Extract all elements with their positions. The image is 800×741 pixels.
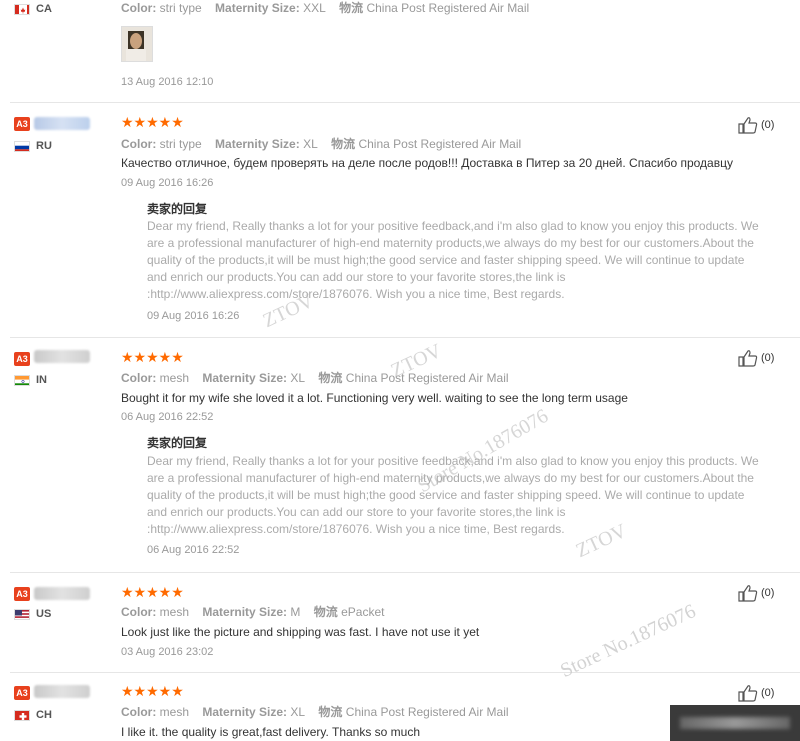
buyer-level-badge: A3 xyxy=(14,587,30,601)
helpful-vote[interactable]: (0) xyxy=(738,349,774,367)
color-label: Color: xyxy=(121,137,157,151)
review-item: CA Color: stri type Maternity Size: XXL … xyxy=(0,0,800,103)
reviewer-country: RU xyxy=(36,140,52,152)
reviewer-country: US xyxy=(36,608,52,620)
review-date: 09 Aug 2016 16:26 xyxy=(121,177,214,189)
thumbs-up-icon[interactable] xyxy=(738,684,758,702)
product-attributes: Color: stri type Maternity Size: XXL 物流 … xyxy=(121,0,529,16)
feedback-text: Look just like the picture and shipping … xyxy=(121,625,480,639)
color-label: Color: xyxy=(121,705,157,719)
size-label: Maternity Size: xyxy=(215,1,300,15)
star-rating: ★★★★★ xyxy=(121,114,184,130)
shipping-method: China Post Registered Air Mail xyxy=(358,137,522,151)
thumbs-up-icon[interactable] xyxy=(738,584,758,602)
reviewer-name-blurred xyxy=(34,117,90,130)
shipping-method: China Post Registered Air Mail xyxy=(345,705,509,719)
flag-ch-icon xyxy=(14,710,30,721)
size-value: XL xyxy=(290,371,306,385)
logistics-label: 物流 xyxy=(339,1,364,15)
reviewer-country: CH xyxy=(36,709,52,721)
logistics-label: 物流 xyxy=(318,705,343,719)
product-attributes: Color: mesh Maternity Size: XL 物流 China … xyxy=(121,703,509,720)
review-date: 06 Aug 2016 22:52 xyxy=(121,411,214,423)
star-rating: ★★★★★ xyxy=(121,349,184,365)
logistics-label: 物流 xyxy=(331,137,356,151)
product-attributes: Color: mesh Maternity Size: M 物流 ePacket xyxy=(121,603,384,620)
product-attributes: Color: mesh Maternity Size: XL 物流 China … xyxy=(121,369,509,386)
seller-reply-date: 09 Aug 2016 16:26 xyxy=(147,310,240,322)
star-rating: ★★★★★ xyxy=(121,683,184,699)
buyer-level-badge: A3 xyxy=(14,117,30,131)
helpful-vote[interactable]: (0) xyxy=(738,116,774,134)
color-label: Color: xyxy=(121,371,157,385)
size-label: Maternity Size: xyxy=(202,371,288,385)
reviewer-name-blurred xyxy=(34,685,90,698)
seller-reply-title: 卖家的回复 xyxy=(147,436,208,450)
size-value: XL xyxy=(303,137,318,151)
color-value: mesh xyxy=(159,705,190,719)
seller-reply-text: Dear my friend, Really thanks a lot for … xyxy=(147,219,759,301)
feedback-text: Качество отличное, будем проверять на де… xyxy=(121,156,733,170)
review-photo-thumbnail[interactable] xyxy=(121,26,153,62)
color-value: stri type xyxy=(159,1,202,15)
reviewer-name-blurred xyxy=(34,587,90,600)
logistics-label: 物流 xyxy=(318,371,343,385)
seller-reply-text: Dear my friend, Really thanks a lot for … xyxy=(147,454,759,536)
reviewer-country: IN xyxy=(36,374,47,386)
color-value: mesh xyxy=(159,605,190,619)
helpful-count: (0) xyxy=(761,352,775,364)
reviewer-name-blurred xyxy=(34,350,90,363)
review-date: 13 Aug 2016 12:10 xyxy=(121,76,214,88)
review-item: A3 RU ★★★★★ (0) Color: stri type Materni… xyxy=(0,103,800,338)
size-label: Maternity Size: xyxy=(202,705,288,719)
shipping-method: China Post Registered Air Mail xyxy=(366,1,530,15)
color-value: stri type xyxy=(159,137,202,151)
thumbs-up-icon[interactable] xyxy=(738,116,758,134)
logistics-label: 物流 xyxy=(313,605,338,619)
helpful-count: (0) xyxy=(761,119,775,131)
shipping-method: China Post Registered Air Mail xyxy=(345,371,509,385)
feedback-text: I like it. the quality is great,fast del… xyxy=(121,725,421,739)
buyer-level-badge: A3 xyxy=(14,352,30,366)
helpful-count: (0) xyxy=(761,587,775,599)
flag-in-icon xyxy=(14,375,30,386)
color-label: Color: xyxy=(121,605,157,619)
thumbs-up-icon[interactable] xyxy=(738,349,758,367)
flag-us-icon xyxy=(14,609,30,620)
review-item: A3 US ★★★★★ (0) Color: mesh Maternity Si… xyxy=(0,573,800,673)
helpful-count: (0) xyxy=(761,687,775,699)
size-value: M xyxy=(290,605,301,619)
seller-reply-date: 06 Aug 2016 22:52 xyxy=(147,544,240,556)
blurred-overlay xyxy=(670,705,800,741)
size-label: Maternity Size: xyxy=(215,137,300,151)
review-date: 03 Aug 2016 23:02 xyxy=(121,646,214,658)
size-label: Maternity Size: xyxy=(202,605,288,619)
buyer-level-badge: A3 xyxy=(14,686,30,700)
helpful-vote[interactable]: (0) xyxy=(738,684,774,702)
color-value: mesh xyxy=(159,371,190,385)
helpful-vote[interactable]: (0) xyxy=(738,584,774,602)
feedback-text: Bought it for my wife she loved it a lot… xyxy=(121,391,628,405)
color-label: Color: xyxy=(121,1,157,15)
flag-ru-icon xyxy=(14,141,30,152)
size-value: XXL xyxy=(303,1,326,15)
flag-ca-icon xyxy=(14,4,30,15)
product-attributes: Color: stri type Maternity Size: XL 物流 C… xyxy=(121,135,521,152)
shipping-method: ePacket xyxy=(341,605,385,619)
star-rating: ★★★★★ xyxy=(121,584,184,600)
size-value: XL xyxy=(290,705,306,719)
review-item: A3 IN ★★★★★ (0) Color: mesh Maternity Si… xyxy=(0,338,800,573)
seller-reply-title: 卖家的回复 xyxy=(147,202,208,216)
reviewer-country: CA xyxy=(36,3,52,15)
